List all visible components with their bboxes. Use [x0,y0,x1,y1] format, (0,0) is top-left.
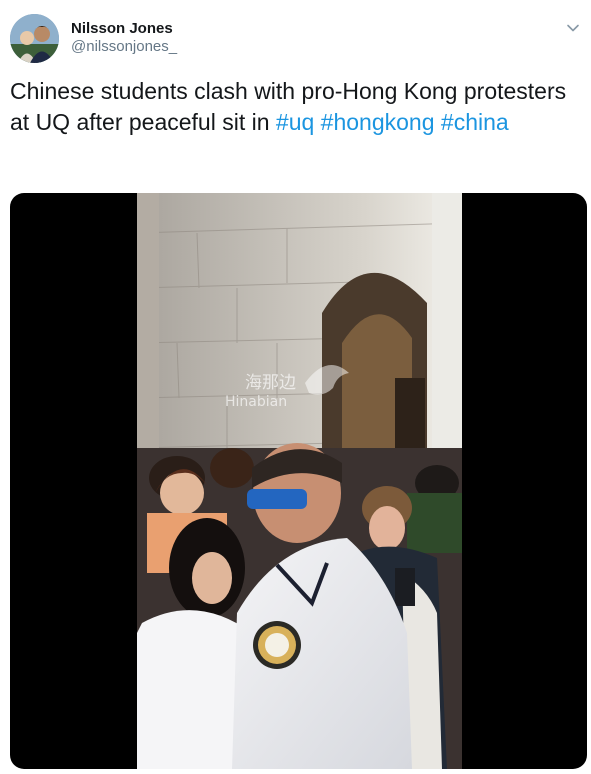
tweet-text: Chinese students clash with pro-Hong Kon… [10,76,570,138]
author-name[interactable]: Nilsson Jones [71,20,173,37]
video-frame[interactable]: 海那边 Hinabian [137,193,462,769]
author-handle[interactable]: @nilssonjones_ [71,38,177,55]
video-player[interactable]: 海那边 Hinabian [10,193,587,769]
hashtag-uq[interactable]: #uq [276,109,314,135]
hashtag-china[interactable]: #china [441,109,509,135]
avatar-photo [10,14,59,63]
tweet-card: Nilsson Jones @nilssonjones_ Chinese stu… [0,0,591,774]
hashtag-hongkong[interactable]: #hongkong [321,109,435,135]
watermark-chinese: 海那边 [245,373,296,393]
watermark-english: Hinabian [225,394,287,410]
chevron-down-icon[interactable] [565,20,581,36]
avatar[interactable] [10,14,59,63]
